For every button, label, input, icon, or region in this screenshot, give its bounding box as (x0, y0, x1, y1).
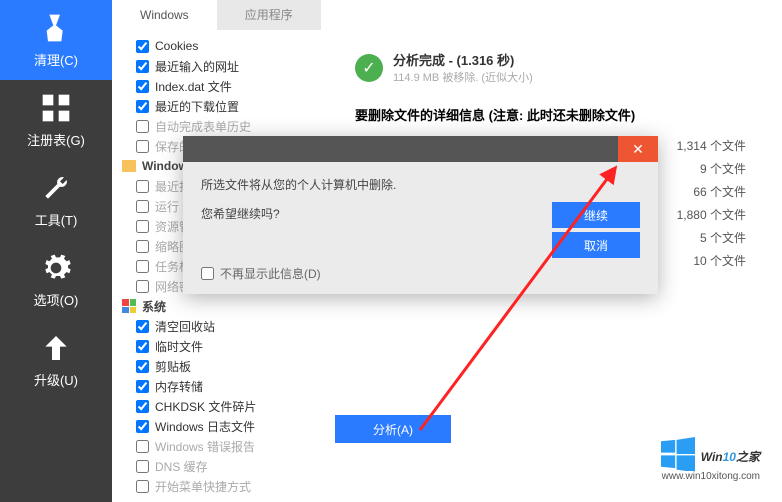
tree-item[interactable]: 开始菜单快捷方式 (112, 476, 327, 496)
tree-label: 临时文件 (155, 338, 203, 355)
brand-win: Win (701, 450, 723, 464)
tree-checkbox[interactable] (136, 60, 149, 73)
tree-checkbox[interactable] (136, 200, 149, 213)
tree-label: 运行 ( (155, 198, 186, 215)
wrench-icon (40, 172, 72, 204)
tree-label: Cookies (155, 39, 198, 53)
tree-label: Windows 错误报告 (155, 438, 255, 455)
nav-label: 工具(T) (35, 210, 78, 229)
status-title: 分析完成 - (1.316 秒) (393, 50, 533, 69)
dont-show-checkbox[interactable] (201, 267, 214, 280)
tab-apps[interactable]: 应用程序 (217, 0, 321, 30)
tree-item[interactable]: 清空回收站 (112, 316, 327, 336)
nav-clean[interactable]: 清理(C) (0, 0, 112, 80)
tree-checkbox[interactable] (136, 340, 149, 353)
tree-label: Windows 日志文件 (155, 418, 255, 435)
table-title: 要删除文件的详细信息 (注意: 此时还未删除文件) (355, 105, 754, 124)
tree-checkbox[interactable] (136, 180, 149, 193)
tree-item[interactable]: 自动完成表单历史 (112, 116, 327, 136)
arrow-up-icon (40, 332, 72, 364)
tree-item[interactable]: 内存转储 (112, 376, 327, 396)
tree-checkbox[interactable] (136, 320, 149, 333)
sidebar: 清理(C) 注册表(G) 工具(T) 选项(O) 升级(U) (0, 0, 112, 502)
analyze-button[interactable]: 分析(A) (335, 415, 451, 443)
grid-icon (40, 92, 72, 124)
tab-bar: Windows 应用程序 (112, 0, 321, 30)
tree-label: DNS 缓存 (155, 458, 208, 475)
tree-checkbox[interactable] (136, 480, 149, 493)
tree-item[interactable]: 最近的下载位置 (112, 96, 327, 116)
continue-button[interactable]: 继续 (552, 202, 640, 228)
dont-show-label: 不再显示此信息(D) (220, 265, 321, 282)
tree-checkbox[interactable] (136, 140, 149, 153)
nav-label: 升级(U) (34, 370, 78, 389)
tree-item[interactable]: DNS 缓存 (112, 456, 327, 476)
group-label: 系统 (142, 298, 166, 315)
tree-group[interactable]: 系统 (112, 296, 327, 316)
tree-checkbox[interactable] (136, 120, 149, 133)
tree-label: CHKDSK 文件碎片 (155, 398, 256, 415)
tree-checkbox[interactable] (136, 260, 149, 273)
tree-item[interactable]: CHKDSK 文件碎片 (112, 396, 327, 416)
brand-home: 之家 (736, 450, 760, 464)
brand-10: 10 (723, 450, 736, 464)
tree-item[interactable]: Index.dat 文件 (112, 76, 327, 96)
tree-checkbox[interactable] (136, 400, 149, 413)
tree-label: 剪贴板 (155, 358, 191, 375)
windows-icon (122, 299, 136, 313)
tree-item[interactable]: Windows 日志文件 (112, 416, 327, 436)
status-row: ✓ 分析完成 - (1.316 秒) 114.9 MB 被移除. (近似大小) (355, 50, 754, 85)
close-icon[interactable]: ✕ (618, 136, 658, 162)
tree-label: 自动完成表单历史 (155, 118, 251, 135)
nav-label: 选项(O) (34, 290, 79, 309)
folder-icon (122, 160, 136, 172)
tree-checkbox[interactable] (136, 280, 149, 293)
tree-checkbox[interactable] (136, 220, 149, 233)
nav-options[interactable]: 选项(O) (0, 240, 112, 320)
tree-label: 清空回收站 (155, 318, 215, 335)
tree-label: 开始菜单快捷方式 (155, 478, 251, 495)
check-icon: ✓ (355, 54, 383, 82)
nav-label: 清理(C) (34, 50, 78, 69)
nav-label: 注册表(G) (27, 130, 85, 149)
tree-item[interactable]: 剪贴板 (112, 356, 327, 376)
nav-tools[interactable]: 工具(T) (0, 160, 112, 240)
tab-windows[interactable]: Windows (112, 0, 217, 30)
tree-label: 内存转储 (155, 378, 203, 395)
tree-item[interactable]: Windows 错误报告 (112, 436, 327, 456)
tree-checkbox[interactable] (136, 420, 149, 433)
tree-label: Index.dat 文件 (155, 78, 232, 95)
watermark: Win10之家 www.win10xitong.com (661, 437, 760, 482)
cancel-button[interactable]: 取消 (552, 232, 640, 258)
nav-registry[interactable]: 注册表(G) (0, 80, 112, 160)
tree-label: 最近的下载位置 (155, 98, 239, 115)
tree-checkbox[interactable] (136, 380, 149, 393)
tree-label: 最近输入的网址 (155, 58, 239, 75)
status-subtitle: 114.9 MB 被移除. (近似大小) (393, 69, 533, 85)
nav-upgrade[interactable]: 升级(U) (0, 320, 112, 400)
tree-checkbox[interactable] (136, 80, 149, 93)
tree-checkbox[interactable] (136, 40, 149, 53)
tree-checkbox[interactable] (136, 360, 149, 373)
brand-url: www.win10xitong.com (661, 471, 760, 482)
tree-checkbox[interactable] (136, 460, 149, 473)
gear-icon (40, 252, 72, 284)
confirm-dialog: ✕ 所选文件将从您的个人计算机中删除. 您希望继续吗? 继续 取消 不再显示此信… (183, 136, 658, 294)
tree-item[interactable]: 临时文件 (112, 336, 327, 356)
tree-checkbox[interactable] (136, 240, 149, 253)
tree-item[interactable]: Cookies (112, 36, 327, 56)
tree-checkbox[interactable] (136, 100, 149, 113)
tree-checkbox[interactable] (136, 440, 149, 453)
dialog-titlebar[interactable]: ✕ (183, 136, 658, 162)
dont-show-again[interactable]: 不再显示此信息(D) (201, 265, 321, 282)
dialog-text-1: 所选文件将从您的个人计算机中删除. (201, 176, 640, 193)
brush-icon (40, 12, 72, 44)
windows-logo-icon (661, 437, 695, 471)
tree-item[interactable]: 最近输入的网址 (112, 56, 327, 76)
